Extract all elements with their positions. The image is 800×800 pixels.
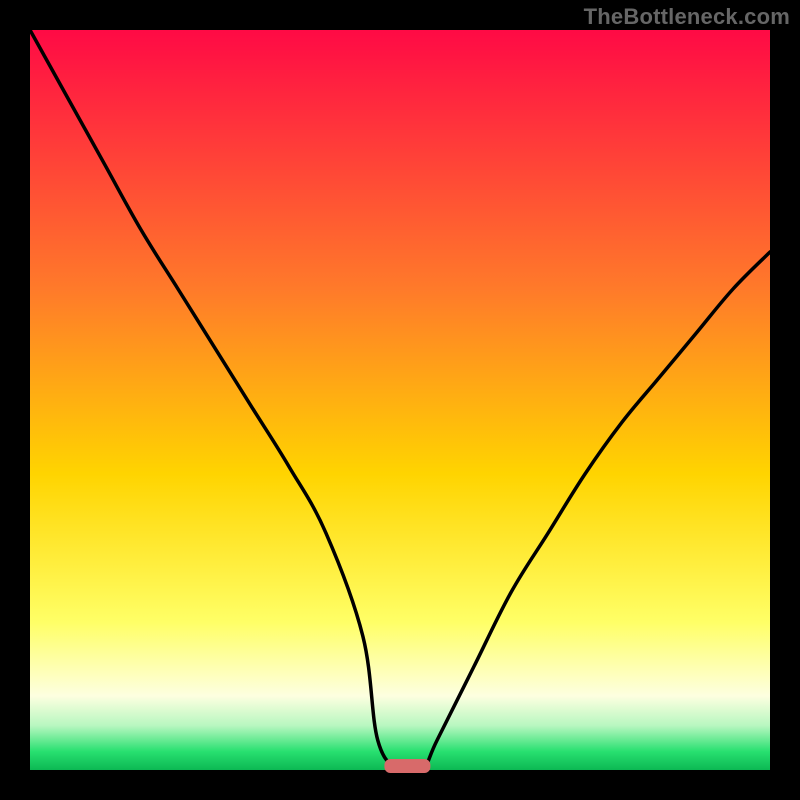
plot-area [30,30,770,770]
bottleneck-chart [0,0,800,800]
minimum-marker [384,759,430,773]
chart-frame: TheBottleneck.com [0,0,800,800]
